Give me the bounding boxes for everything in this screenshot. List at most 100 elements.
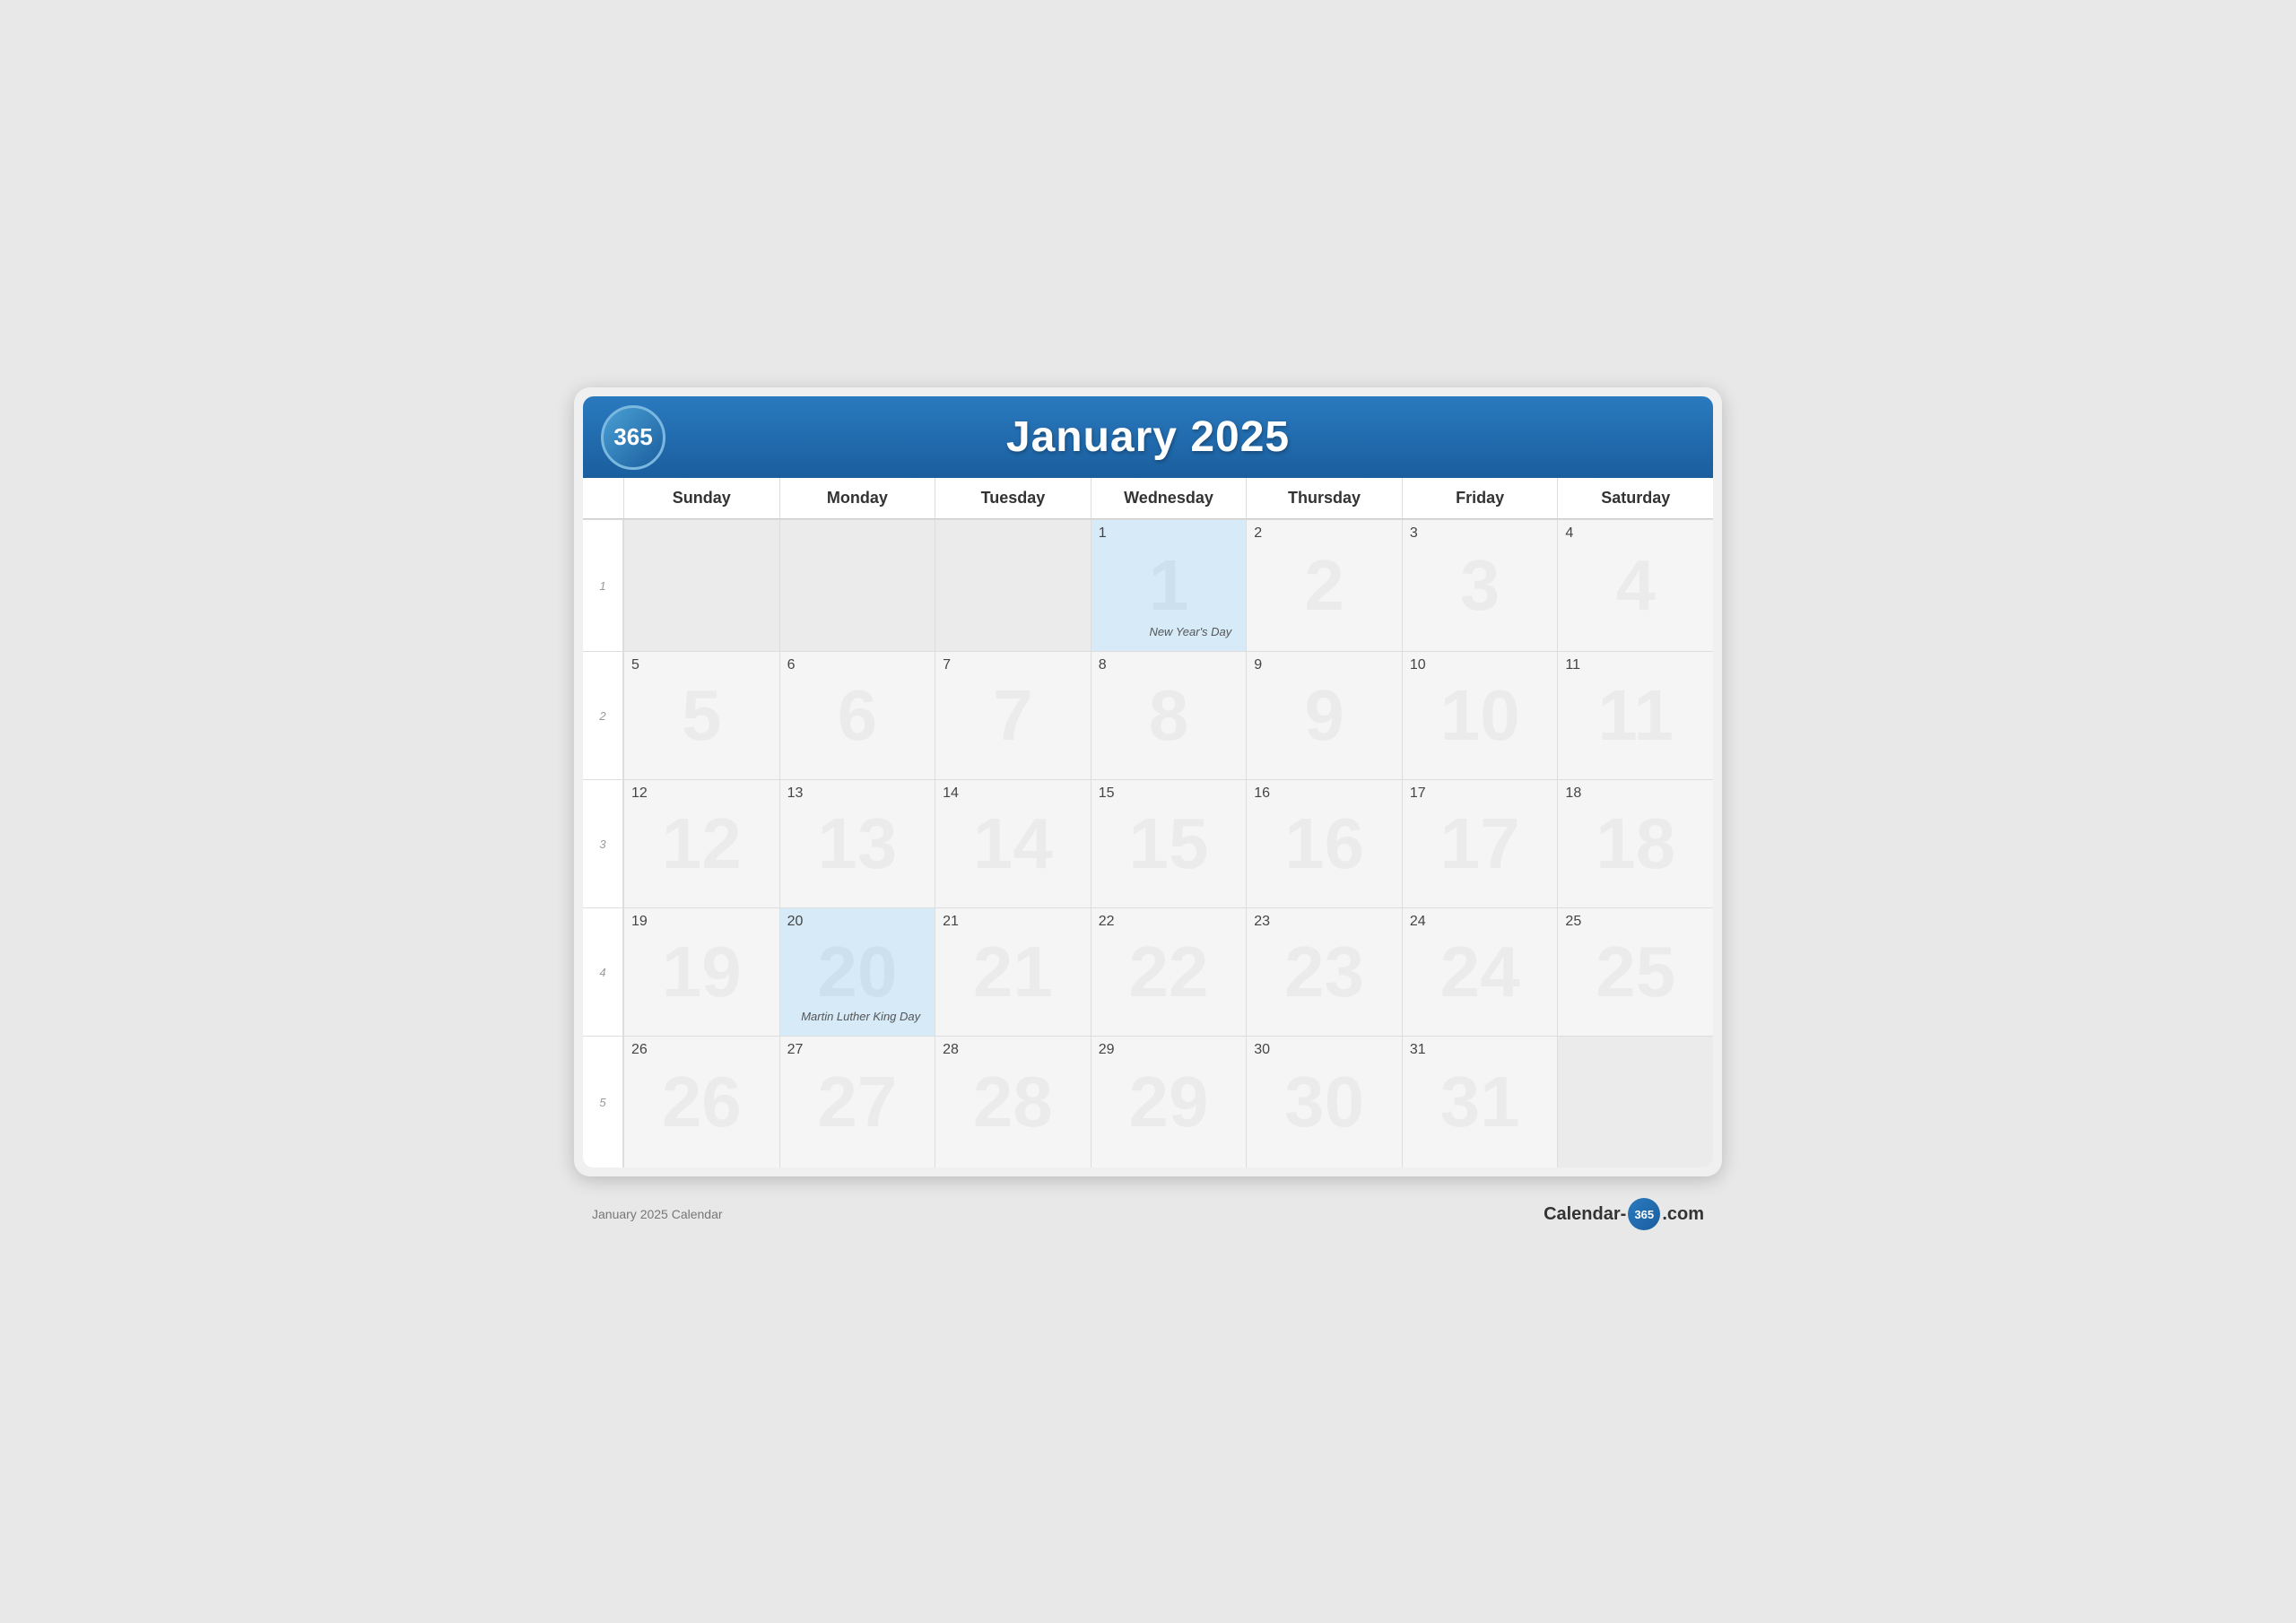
- day-watermark: 4: [1615, 544, 1656, 627]
- header-thursday: Thursday: [1246, 478, 1402, 518]
- footer-365: 365: [1628, 1198, 1660, 1230]
- logo-text: 365: [613, 423, 652, 451]
- day-watermark: 10: [1440, 674, 1520, 757]
- day-cell-18: 1818: [1557, 779, 1713, 907]
- day-number: 23: [1254, 914, 1395, 930]
- day-number: 25: [1565, 914, 1706, 930]
- day-cell-3: 33: [1402, 519, 1558, 651]
- calendar-container: 365 January 2025 Sunday Monday Tuesday W…: [574, 387, 1722, 1176]
- week-number-5: 5: [583, 1036, 623, 1167]
- day-cell-29: 2929: [1091, 1036, 1247, 1167]
- day-number: 15: [1099, 785, 1239, 802]
- day-watermark: 7: [993, 674, 1033, 757]
- day-cell-4: 44: [1557, 519, 1713, 651]
- day-watermark: 27: [817, 1061, 897, 1143]
- day-watermark: 23: [1284, 931, 1364, 1013]
- day-number: 13: [787, 785, 928, 802]
- day-watermark: 3: [1460, 544, 1500, 627]
- week-number-2: 2: [583, 651, 623, 779]
- day-number: 26: [631, 1042, 772, 1058]
- day-cell-16: 1616: [1246, 779, 1402, 907]
- day-headers-row: Sunday Monday Tuesday Wednesday Thursday…: [583, 478, 1713, 519]
- day-watermark: 1: [1149, 544, 1189, 627]
- day-watermark: 21: [973, 931, 1053, 1013]
- day-cell-15: 1515: [1091, 779, 1247, 907]
- day-number: 4: [1565, 525, 1706, 542]
- calendar-body: Sunday Monday Tuesday Wednesday Thursday…: [583, 478, 1713, 1167]
- day-number: 10: [1410, 657, 1551, 673]
- day-number: 17: [1410, 785, 1551, 802]
- header-saturday: Saturday: [1557, 478, 1713, 518]
- day-cell-empty: [623, 519, 779, 651]
- day-watermark: 30: [1284, 1061, 1364, 1143]
- day-number: 28: [943, 1042, 1083, 1058]
- calendar-footer: January 2025 Calendar Calendar- 365 .com: [574, 1185, 1722, 1236]
- footer-suffix: .com: [1662, 1204, 1704, 1225]
- day-cell-30: 3030: [1246, 1036, 1402, 1167]
- day-number: 27: [787, 1042, 928, 1058]
- day-watermark: 22: [1128, 931, 1208, 1013]
- day-number: 9: [1254, 657, 1395, 673]
- day-watermark: 20: [817, 931, 897, 1013]
- day-watermark: 9: [1304, 674, 1344, 757]
- day-cell-7: 77: [935, 651, 1091, 779]
- day-watermark: 12: [662, 803, 742, 885]
- day-cell-25: 2525: [1557, 907, 1713, 1036]
- day-cell-8: 88: [1091, 651, 1247, 779]
- day-cell-23: 2323: [1246, 907, 1402, 1036]
- day-number: 3: [1410, 525, 1551, 542]
- day-watermark: 15: [1128, 803, 1208, 885]
- day-watermark: 13: [817, 803, 897, 885]
- header-tuesday: Tuesday: [935, 478, 1091, 518]
- calendar-header: 365 January 2025: [583, 396, 1713, 478]
- day-number: 1: [1099, 525, 1239, 542]
- day-number: 16: [1254, 785, 1395, 802]
- day-cell-21: 2121: [935, 907, 1091, 1036]
- day-cell-26: 2626: [623, 1036, 779, 1167]
- day-number: 30: [1254, 1042, 1395, 1058]
- day-watermark: 31: [1440, 1061, 1520, 1143]
- day-number: 14: [943, 785, 1083, 802]
- day-number: 2: [1254, 525, 1395, 542]
- day-cell-5: 55: [623, 651, 779, 779]
- day-cell-11: 1111: [1557, 651, 1713, 779]
- holiday-name: New Year's Day: [1149, 625, 1231, 638]
- day-watermark: 26: [662, 1061, 742, 1143]
- day-watermark: 17: [1440, 803, 1520, 885]
- day-cell-2: 22: [1246, 519, 1402, 651]
- day-cell-empty: [1557, 1036, 1713, 1167]
- footer-label: January 2025 Calendar: [592, 1207, 723, 1221]
- day-cell-13: 1313: [779, 779, 935, 907]
- day-number: 11: [1565, 657, 1706, 673]
- day-cell-14: 1414: [935, 779, 1091, 907]
- day-watermark: 19: [662, 931, 742, 1013]
- calendar-title: January 2025: [610, 412, 1686, 462]
- week-number-3: 3: [583, 779, 623, 907]
- footer: January 2025 Calendar Calendar- 365 .com: [574, 1185, 1722, 1236]
- day-cell-22: 2222: [1091, 907, 1247, 1036]
- day-cell-24: 2424: [1402, 907, 1558, 1036]
- day-watermark: 18: [1596, 803, 1675, 885]
- day-cell-6: 66: [779, 651, 935, 779]
- day-cell-19: 1919: [623, 907, 779, 1036]
- day-cell-9: 99: [1246, 651, 1402, 779]
- calendar-grid: 111New Year's Day22334425566778899101011…: [583, 519, 1713, 1167]
- day-number: 6: [787, 657, 928, 673]
- day-cell-27: 2727: [779, 1036, 935, 1167]
- footer-brand: Calendar-: [1544, 1204, 1626, 1225]
- holiday-name: Martin Luther King Day: [801, 1010, 920, 1023]
- header-sunday: Sunday: [623, 478, 779, 518]
- day-number: 24: [1410, 914, 1551, 930]
- day-number: 12: [631, 785, 772, 802]
- day-number: 18: [1565, 785, 1706, 802]
- day-number: 31: [1410, 1042, 1551, 1058]
- day-watermark: 16: [1284, 803, 1364, 885]
- header-wednesday: Wednesday: [1091, 478, 1247, 518]
- day-watermark: 6: [838, 674, 878, 757]
- week-number-4: 4: [583, 907, 623, 1036]
- day-watermark: 25: [1596, 931, 1675, 1013]
- day-watermark: 28: [973, 1061, 1053, 1143]
- day-number: 19: [631, 914, 772, 930]
- header-friday: Friday: [1402, 478, 1558, 518]
- day-watermark: 24: [1440, 931, 1520, 1013]
